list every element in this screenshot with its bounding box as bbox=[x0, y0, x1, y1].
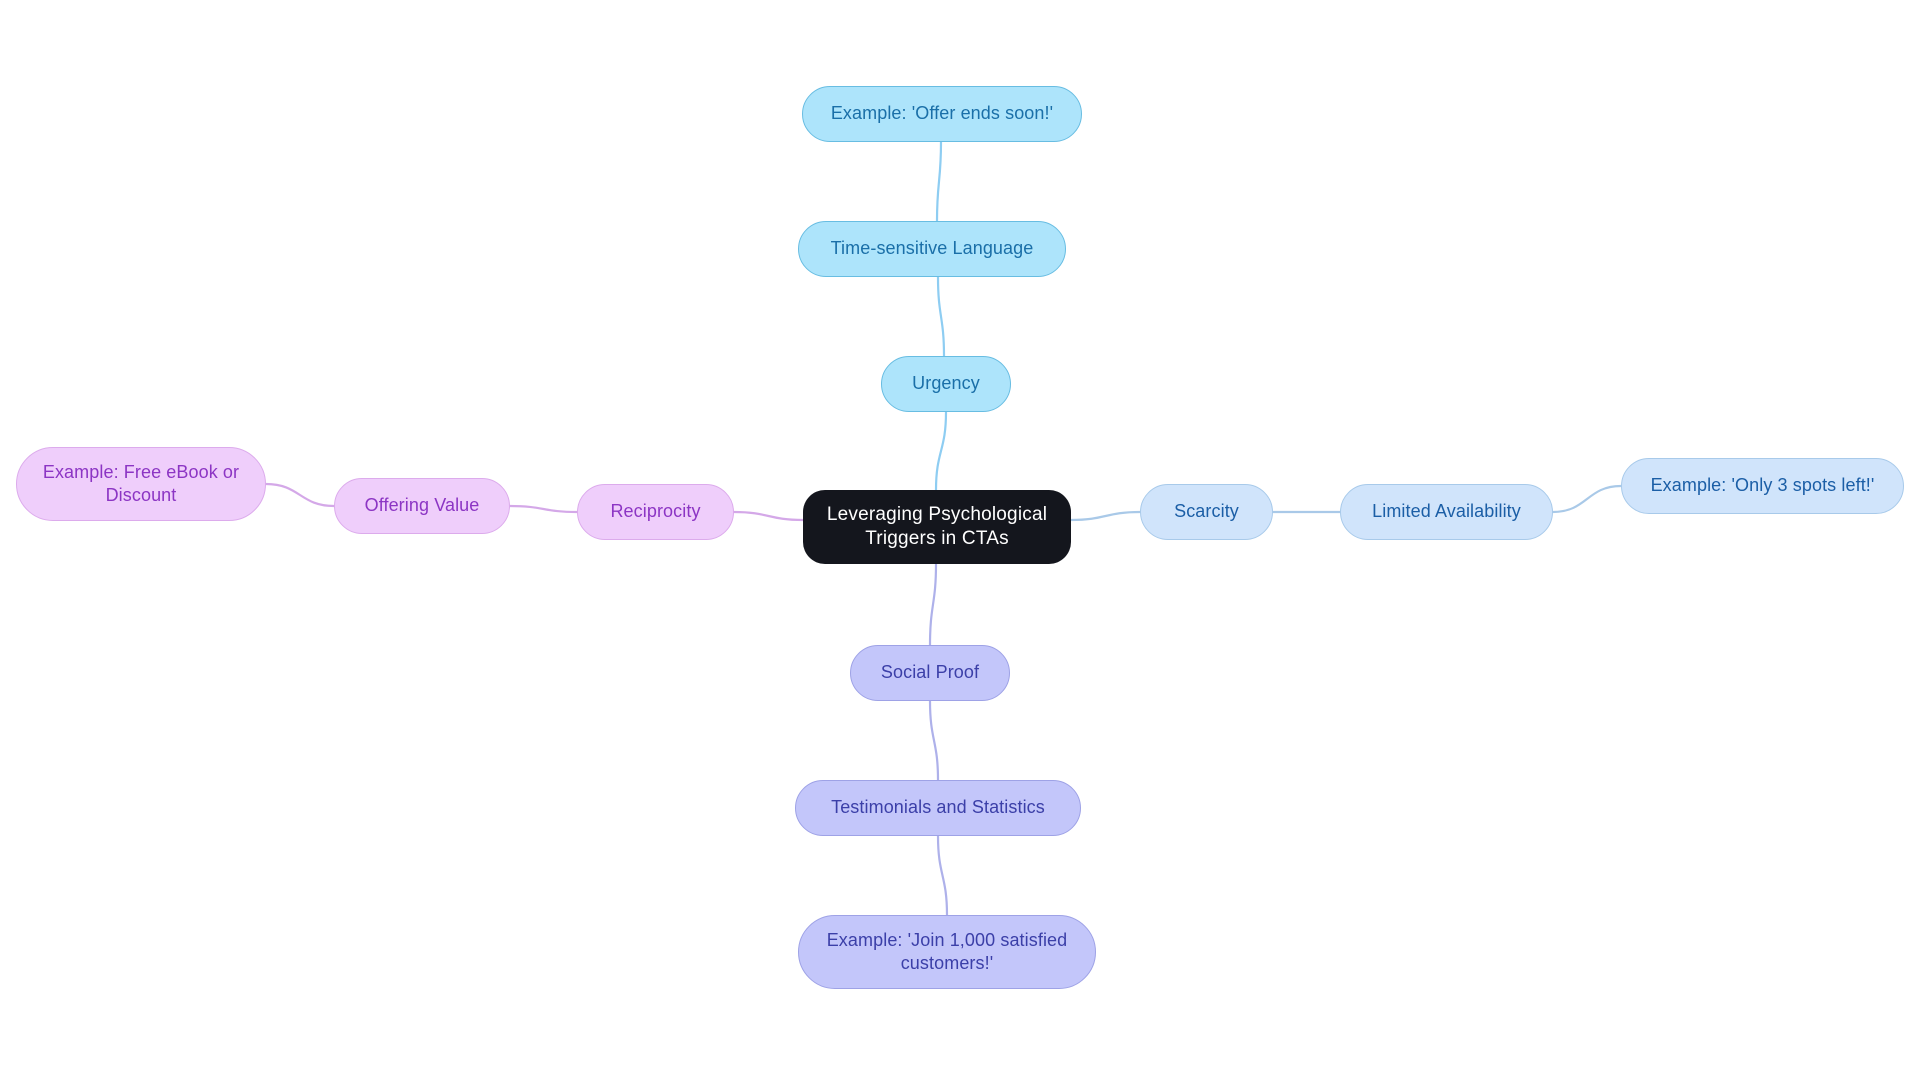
node-reciprocity-branch-reciprocity-1[interactable]: Reciprocity bbox=[577, 484, 734, 540]
edge-scarcity2-scarcity3 bbox=[1551, 484, 1623, 514]
node-social-proof-leaf-social-3[interactable]: Example: 'Join 1,000 satisfied customers… bbox=[798, 915, 1096, 989]
edge-urgency1-urgency2 bbox=[936, 275, 946, 358]
edge-root-urgency bbox=[934, 410, 948, 492]
node-scarcity-child-scarcity-2[interactable]: Limited Availability bbox=[1340, 484, 1553, 540]
node-urgency-leaf-urgency-3[interactable]: Example: 'Offer ends soon!' bbox=[802, 86, 1082, 142]
edge-urgency2-urgency3 bbox=[935, 140, 943, 223]
edge-root-scarcity bbox=[1069, 510, 1142, 522]
edge-root-social bbox=[928, 562, 938, 647]
node-scarcity-branch-scarcity-1[interactable]: Scarcity bbox=[1140, 484, 1273, 540]
mindmap-canvas: Leveraging Psychological Triggers in CTA… bbox=[0, 0, 1920, 1083]
node-scarcity-leaf-scarcity-3[interactable]: Example: 'Only 3 spots left!' bbox=[1621, 458, 1904, 514]
mindmap-root-node[interactable]: Leveraging Psychological Triggers in CTA… bbox=[803, 490, 1071, 564]
node-social-proof-child-social-2[interactable]: Testimonials and Statistics bbox=[795, 780, 1081, 836]
node-reciprocity-leaf-reciprocity-3[interactable]: Example: Free eBook or Discount bbox=[16, 447, 266, 521]
node-urgency-branch-urgency-1[interactable]: Urgency bbox=[881, 356, 1011, 412]
node-urgency-child-urgency-2[interactable]: Time-sensitive Language bbox=[798, 221, 1066, 277]
node-social-proof-branch-social-1[interactable]: Social Proof bbox=[850, 645, 1010, 701]
edge-social1-social2 bbox=[928, 699, 940, 782]
node-reciprocity-child-reciprocity-2[interactable]: Offering Value bbox=[334, 478, 510, 534]
edge-social2-social3 bbox=[936, 834, 949, 917]
edge-reciprocity2-3 bbox=[264, 482, 336, 508]
edge-reciprocity1-2 bbox=[508, 504, 579, 514]
edge-root-reciprocity bbox=[732, 510, 805, 522]
